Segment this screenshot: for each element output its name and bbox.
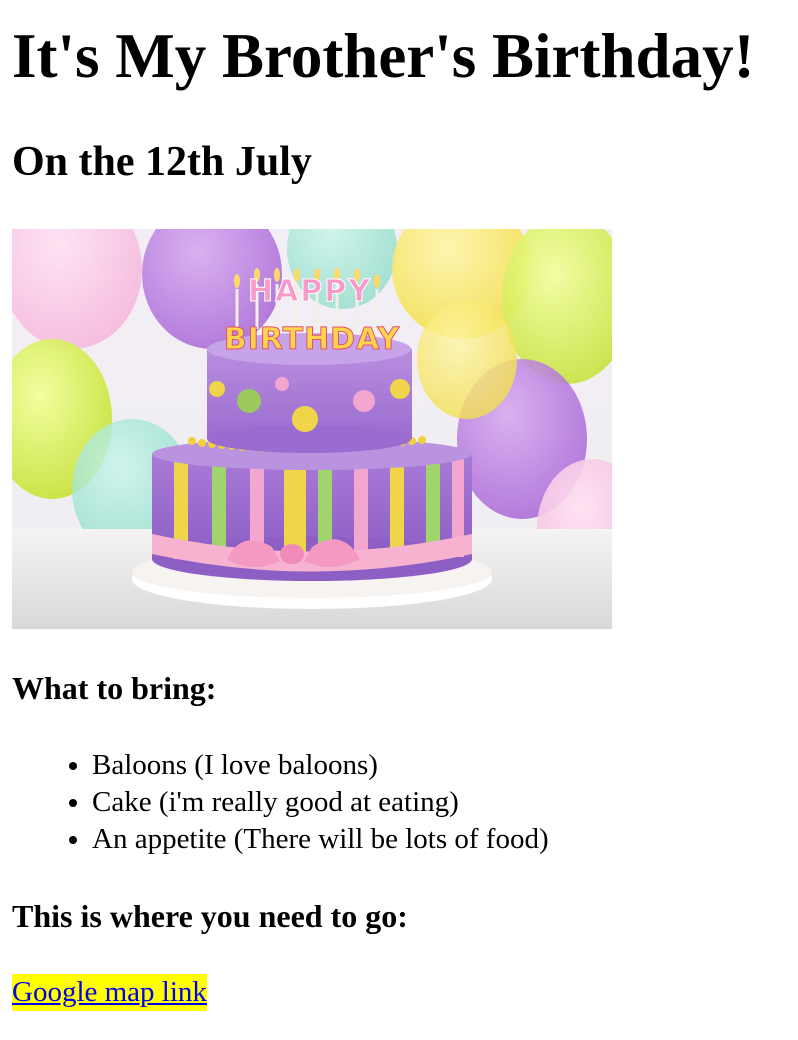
bring-list: Baloons (I love baloons) Cake (i'm reall… [12, 747, 549, 858]
location-heading: This is where you need to go: [12, 898, 408, 934]
page-title: It's My Brother's Birthday! [12, 21, 755, 91]
cake-banner-top: HAPPY [248, 274, 372, 309]
list-item: Baloons (I love baloons) [92, 747, 549, 784]
google-map-link[interactable]: Google map link [12, 974, 207, 1011]
list-item: An appetite (There will be lots of food) [92, 821, 549, 858]
birthday-cake-image: HAPPY BIRTHDAY [12, 229, 612, 629]
event-date-heading: On the 12th July [12, 139, 312, 185]
cake-banner-bottom: BIRTHDAY [224, 322, 401, 357]
list-item: Cake (i'm really good at eating) [92, 784, 549, 821]
what-to-bring-heading: What to bring: [12, 670, 217, 706]
